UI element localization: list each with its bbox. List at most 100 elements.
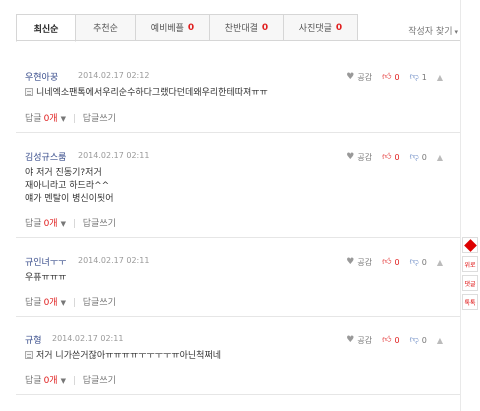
write-reply-link[interactable]: 답글쓰기 [83,376,116,386]
tab-underline [16,40,460,41]
comment-text: 우퓨ㅠㅠㅠ [25,273,67,283]
comment-footer: 답글 0개 ▼ | 답글쓰기 [25,295,116,308]
comment-text: 야 저거 진동기?저거 [25,168,102,178]
downvote-button[interactable]: 👎︎ 0 [410,257,427,267]
comment-footer: 답글 0개 ▼ | 답글쓰기 [25,216,116,229]
downvote-count: 0 [421,257,427,267]
thumb-up-icon: 👍︎ [382,72,392,82]
report-button[interactable]: ▲ [437,336,446,345]
report-button[interactable]: ▲ [437,258,446,267]
downvote-count: 0 [421,335,427,345]
comment-text: 니네엑소팬톡에서우리순수하다그랬다던데왜우리한테따져ㅠㅠ [36,88,268,98]
mobile-icon [25,351,33,359]
write-reply-link[interactable]: 답글쓰기 [83,114,116,124]
upvote-button[interactable]: 👍︎ 0 [382,257,400,267]
comment-footer: 답글 0개 ▼ | 답글쓰기 [25,111,116,124]
like-button[interactable]: ♥ 공감 [346,257,372,268]
comment-author[interactable]: 우현아꿍 [25,70,58,83]
downvote-button[interactable]: 👎︎ 0 [410,152,427,162]
upvote-button[interactable]: 👍︎ 0 [382,72,400,82]
reply-toggle[interactable]: 답글 0개 ▼ [25,376,66,386]
comment-body: 저거 니가쓴거잖아ㅠㅠㅠㅠㅜㅜㅜㅜㅠ아닌척쩌네 [25,350,221,363]
upvote-count: 0 [394,335,400,345]
like-button[interactable]: ♥ 공감 [346,152,372,163]
reply-label: 답글 [25,114,42,124]
mobile-icon [25,88,33,96]
tab-label: 사진댓글 [298,24,332,34]
tab-label: 최신순 [33,24,59,35]
like-button[interactable]: ♥ 공감 [346,72,372,83]
comment-time: 2014.02.17 02:11 [52,334,124,343]
upvote-count: 0 [394,72,400,82]
comment-author[interactable]: 규형 [25,333,42,346]
divider: | [72,376,76,386]
heart-icon: ♥ [346,152,355,162]
write-reply-link[interactable]: 답글쓰기 [83,298,116,308]
downvote-button[interactable]: 👎︎ 0 [410,335,427,345]
sort-tabs: 최신순 추천순 예비베플 0 찬반대결 0 사진댓글 0 [0,0,460,42]
divider: | [72,298,76,308]
report-icon: ▲ [436,152,443,162]
reply-count: 0개 [43,298,58,308]
downvote-count: 1 [421,72,427,82]
thumb-down-icon: 👎︎ [409,72,419,82]
comment-item: 김성규스룸 2014.02.17 02:11 ♥ 공감 👍︎ 0 👎︎ 0 ▲ 야 저… [16,150,460,238]
comments-jump-button[interactable]: 댓글 [462,275,478,291]
thumb-up-icon: 👍︎ [382,335,392,345]
reply-toggle[interactable]: 답글 0개 ▼ [25,114,66,124]
reply-label: 답글 [25,376,42,386]
talk-button[interactable]: 톡톡 [462,294,478,310]
caret-down-icon: ▼ [60,115,66,123]
floating-sidebar: 위로 댓글 톡톡 [462,237,478,313]
talk-label: 톡톡 [464,299,476,307]
comment-actions: ♥ 공감 👍︎ 0 👎︎ 0 ▲ [336,150,446,164]
divider: | [72,219,76,229]
scroll-top-button[interactable]: 위로 [462,256,478,272]
tab-debate[interactable]: 찬반대결 0 [210,14,284,41]
upvote-button[interactable]: 👍︎ 0 [382,335,400,345]
comment-text: 재아니라고 하드라^^ [25,181,110,191]
comments-jump-label: 댓글 [464,280,476,288]
reply-toggle[interactable]: 답글 0개 ▼ [25,219,66,229]
author-find-dropdown[interactable]: 작성자 찾기 ▾ [408,24,458,37]
comment-time: 2014.02.17 02:11 [78,151,150,160]
tab-recommended[interactable]: 추천순 [76,14,136,41]
comment-text: 얘가 멘탈이 병신이됫어 [25,194,114,204]
reply-toggle[interactable]: 답글 0개 ▼ [25,298,66,308]
comment-item: 규인녀ㅜㅜ 2014.02.17 02:11 ♥ 공감 👍︎ 0 👎︎ 0 ▲ 우퓨ㅠ… [16,255,460,317]
upvote-button[interactable]: 👍︎ 0 [382,152,400,162]
heart-icon: ♥ [346,257,355,267]
downvote-count: 0 [421,152,427,162]
comment-author[interactable]: 김성규스룸 [25,150,66,163]
comment-item: 규형 2014.02.17 02:11 ♥ 공감 👍︎ 0 👎︎ 0 ▲ 저거 니가쓴… [16,333,460,395]
report-icon: ▲ [436,257,443,267]
thumb-up-icon: 👍︎ [382,152,392,162]
heart-icon: ♥ [346,72,355,82]
tab-count: 0 [187,22,195,33]
comment-actions: ♥ 공감 👍︎ 0 👎︎ 0 ▲ [336,255,446,269]
tab-label: 찬반대결 [224,24,258,34]
author-find-label: 작성자 찾기 [408,27,453,37]
reply-label: 답글 [25,298,42,308]
like-label: 공감 [357,72,373,82]
downvote-button[interactable]: 👎︎ 1 [410,72,427,82]
tab-pre-best[interactable]: 예비베플 0 [136,14,210,41]
report-icon: ▲ [436,72,443,82]
tab-latest[interactable]: 최신순 [16,14,76,42]
report-button[interactable]: ▲ [437,73,446,82]
divider: | [72,114,76,124]
write-reply-link[interactable]: 답글쓰기 [83,219,116,229]
report-button[interactable]: ▲ [437,153,446,162]
tab-label: 예비베플 [150,24,184,34]
tab-photo-comments[interactable]: 사진댓글 0 [284,14,358,41]
comment-body: 야 저거 진동기?저거 재아니라고 하드라^^ 얘가 멘탈이 병신이됫어 [25,167,114,206]
comment-time: 2014.02.17 02:12 [78,71,150,80]
thumb-up-icon: 👍︎ [382,257,392,267]
caret-down-icon: ▼ [60,377,66,385]
thumb-down-icon: 👎︎ [409,152,419,162]
tab-count: 0 [261,22,269,33]
comment-author[interactable]: 규인녀ㅜㅜ [25,255,66,268]
thumb-down-icon: 👎︎ [409,257,419,267]
upvote-count: 0 [394,257,400,267]
like-button[interactable]: ♥ 공감 [346,335,372,346]
